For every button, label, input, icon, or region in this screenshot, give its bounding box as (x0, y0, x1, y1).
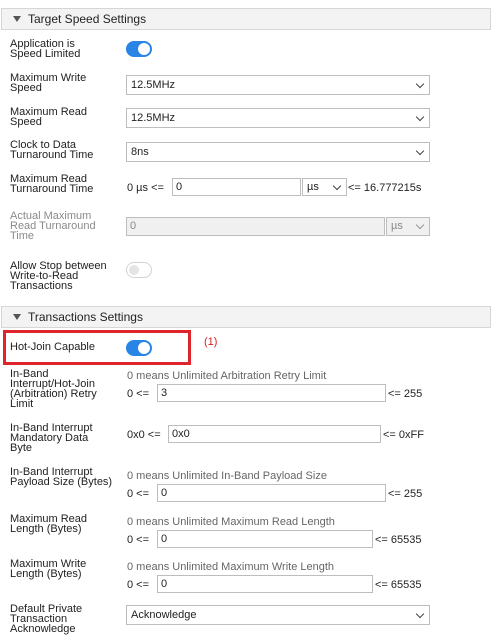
max-write-speed-label: Maximum Write Speed (10, 72, 87, 94)
clock-turnaround-label: Clock to Data Turnaround Time (10, 139, 94, 161)
chevron-down-icon (415, 146, 425, 156)
chevron-down-icon (415, 609, 425, 619)
select-value: 8ns (131, 146, 149, 158)
max-read-length-hint: 0 means Unlimited Maximum Read Length (127, 516, 335, 528)
collapse-triangle-icon (13, 314, 21, 320)
allow-stop-toggle[interactable] (126, 262, 152, 278)
max-read-turnaround-label: Maximum Read Turnaround Time (10, 173, 94, 195)
annotation-marker: (1) (204, 336, 218, 348)
collapse-triangle-icon (13, 16, 21, 22)
section-title: Transactions Settings (28, 310, 143, 324)
range-max-text: <= 65535 (375, 534, 422, 546)
ibi-payload-hint: 0 means Unlimited In-Band Payload Size (127, 470, 327, 482)
hot-join-toggle[interactable] (126, 340, 152, 356)
actual-unit-select: µs (386, 217, 430, 236)
ibi-mdb-input[interactable]: 0x0 (168, 425, 381, 443)
max-read-length-input[interactable]: 0 (157, 530, 373, 548)
allow-stop-label: Allow Stop between Write-to-Read Transac… (10, 260, 107, 292)
range-min-text: 0x0 <= (127, 429, 161, 441)
app-speed-limited-label: Application is Speed Limited (10, 38, 81, 60)
range-min-text: 0 <= (127, 534, 150, 546)
actual-max-read-turnaround-field: 0 (126, 217, 385, 236)
section-title: Target Speed Settings (28, 12, 147, 26)
max-write-length-hint: 0 means Unlimited Maximum Write Length (127, 561, 335, 573)
chevron-down-icon (332, 181, 342, 191)
range-max-text: <= 255 (388, 388, 423, 400)
actual-max-read-turnaround-label: Actual Maximum Read Turnaround Time (10, 210, 96, 242)
select-value: 12.5MHz (131, 112, 176, 124)
ibi-payload-input[interactable]: 0 (157, 484, 386, 502)
default-private-ack-select[interactable]: Acknowledge (126, 605, 430, 625)
ibi-payload-label: In-Band Interrupt Payload Size (Bytes) (10, 466, 113, 488)
ibi-retry-label: In-Band Interrupt/Hot-Join (Arbitration)… (10, 368, 97, 410)
app-speed-limited-toggle[interactable] (126, 41, 152, 57)
range-min-text: 0 µs <= (127, 182, 164, 194)
range-min-text: 0 <= (127, 388, 150, 400)
transactions-settings-header[interactable]: Transactions Settings (1, 306, 491, 328)
max-write-speed-select[interactable]: 12.5MHz (126, 75, 430, 95)
unit-value: µs (307, 181, 319, 193)
max-read-turnaround-unit-select[interactable]: µs (302, 178, 347, 196)
unit-value: µs (391, 220, 403, 232)
ibi-retry-input[interactable]: 3 (157, 384, 386, 402)
ibi-mdb-label: In-Band Interrupt Mandatory Data Byte (10, 422, 93, 454)
hot-join-label: Hot-Join Capable (10, 341, 95, 353)
chevron-down-icon (415, 220, 425, 230)
ibi-retry-hint: 0 means Unlimited Arbitration Retry Limi… (127, 370, 327, 382)
max-write-length-label: Maximum Write Length (Bytes) (10, 558, 87, 580)
max-read-turnaround-input[interactable]: 0 (172, 178, 301, 196)
chevron-down-icon (415, 112, 425, 122)
range-max-text: <= 16.777215s (348, 182, 422, 194)
clock-turnaround-select[interactable]: 8ns (126, 142, 430, 162)
max-read-length-label: Maximum Read Length (Bytes) (10, 513, 88, 535)
select-value: 12.5MHz (131, 79, 176, 91)
select-value: Acknowledge (131, 609, 197, 621)
target-speed-settings-header[interactable]: Target Speed Settings (1, 8, 491, 30)
default-private-ack-label: Default Private Transaction Acknowledge (10, 603, 83, 635)
range-max-text: <= 0xFF (383, 429, 424, 441)
max-read-speed-label: Maximum Read Speed (10, 106, 88, 128)
range-max-text: <= 255 (388, 488, 423, 500)
max-read-speed-select[interactable]: 12.5MHz (126, 108, 430, 128)
max-write-length-input[interactable]: 0 (157, 575, 373, 593)
range-max-text: <= 65535 (375, 579, 422, 591)
chevron-down-icon (415, 79, 425, 89)
range-min-text: 0 <= (127, 488, 150, 500)
range-min-text: 0 <= (127, 579, 150, 591)
